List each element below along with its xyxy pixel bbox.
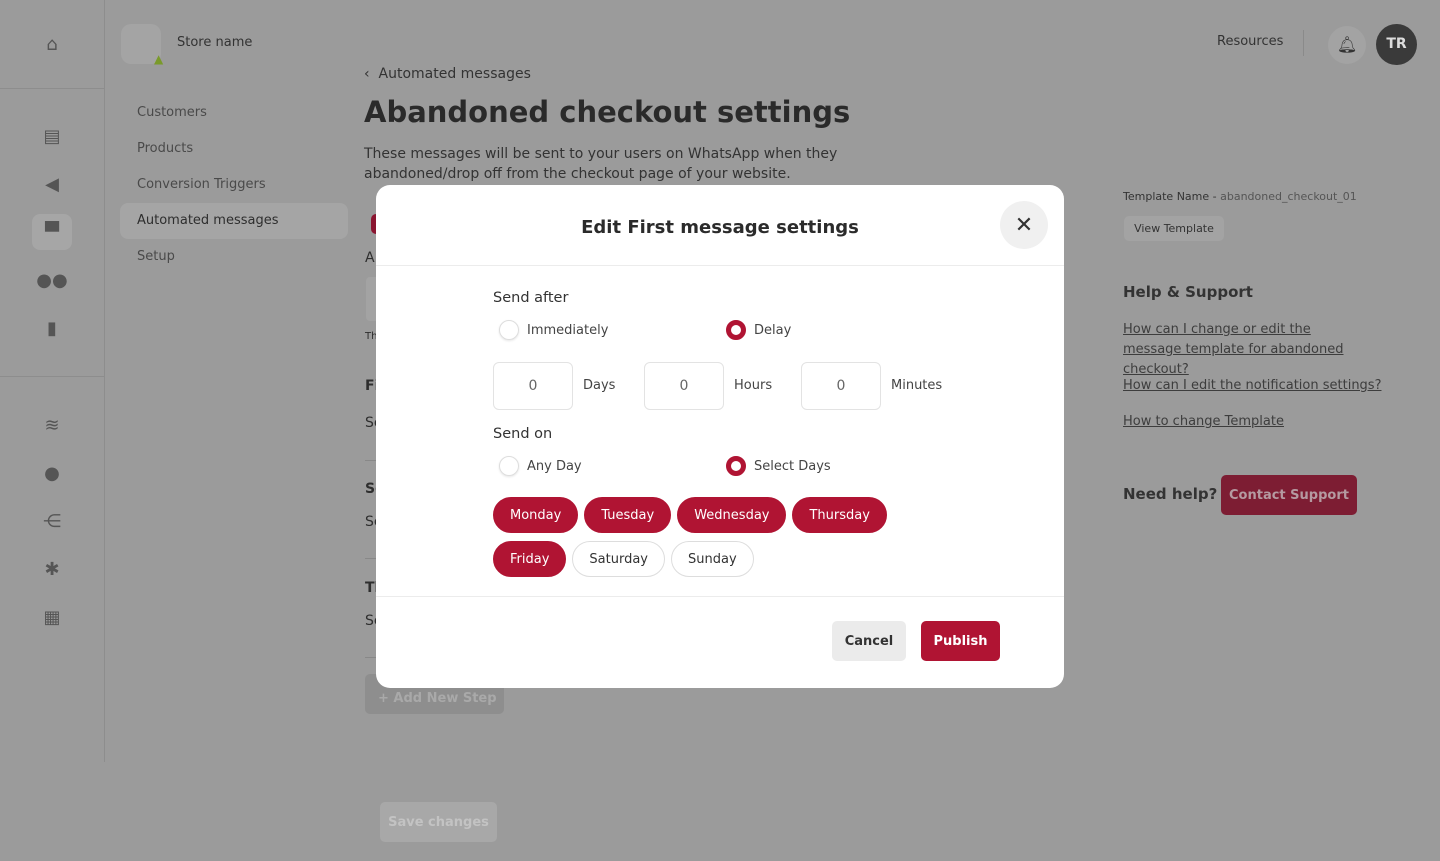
day-chip-saturday[interactable]: Saturday — [572, 541, 665, 577]
contact-support-button[interactable]: Contact Support — [1221, 475, 1357, 515]
day-chips: Monday Tuesday Wednesday Thursday Friday Satu… — [493, 497, 963, 577]
save-changes-button[interactable]: Save changes — [380, 802, 497, 842]
user-avatar[interactable]: TR — [1376, 24, 1417, 65]
template-label: Template Name - — [1123, 190, 1221, 203]
need-help-label: Need help? — [1123, 485, 1218, 503]
publish-button[interactable]: Publish — [921, 621, 1000, 661]
divider — [1303, 30, 1304, 56]
cancel-button[interactable]: Cancel — [832, 621, 906, 661]
nav-item-customers[interactable]: Customers — [120, 95, 348, 131]
breadcrumb-label: Automated messages — [378, 66, 531, 82]
days-label: Days — [583, 378, 616, 393]
day-chip-friday[interactable]: Friday — [493, 541, 567, 577]
bell-icon[interactable]: 🔔︎ — [1328, 26, 1366, 64]
template-name: Template Name - abandoned_checkout_01 — [1123, 190, 1357, 203]
radio-circle — [499, 320, 519, 340]
megaphone-icon[interactable]: ◀ — [40, 172, 64, 196]
radio-label: Immediately — [527, 322, 609, 338]
radio-circle — [726, 320, 746, 340]
divider — [0, 88, 105, 89]
minutes-input[interactable] — [801, 362, 881, 410]
store-icon[interactable]: ▀ — [32, 214, 72, 250]
layers-icon[interactable]: ≋ — [40, 413, 64, 437]
radio-label: Any Day — [527, 458, 582, 474]
day-chip-wednesday[interactable]: Wednesday — [677, 497, 787, 533]
store-avatar[interactable]: ▲ — [121, 24, 163, 66]
template-value: abandoned_checkout_01 — [1220, 190, 1357, 203]
help-link-edit-template[interactable]: How can I change or edit the message tem… — [1123, 320, 1363, 380]
day-chip-sunday[interactable]: Sunday — [671, 541, 754, 577]
resources-link[interactable]: Resources — [1217, 34, 1283, 49]
edit-message-modal: Edit First message settings ✕ Send after… — [376, 185, 1064, 688]
help-title: Help & Support — [1123, 283, 1253, 301]
help-link-change-template[interactable]: How to change Template — [1123, 412, 1284, 432]
bulb-icon[interactable]: ● — [40, 461, 64, 485]
divider — [376, 596, 1064, 597]
users-icon[interactable]: ●● — [36, 268, 67, 292]
icon-rail: ⌂ ▤ ◀ ▀ ●● ▮ ≋ ● ⋲ ✱ ▦ — [0, 0, 105, 762]
day-chip-tuesday[interactable]: Tuesday — [584, 497, 672, 533]
page-description: These messages will be sent to your user… — [364, 146, 838, 182]
chat-icon[interactable]: ▤ — [40, 124, 64, 148]
hours-input[interactable] — [644, 362, 724, 410]
send-after-label: Send after — [493, 290, 569, 306]
view-template-button[interactable]: View Template — [1124, 216, 1224, 241]
nav-item-conversion-triggers[interactable]: Conversion Triggers — [120, 167, 348, 203]
day-chip-monday[interactable]: Monday — [493, 497, 579, 533]
radio-label: Delay — [754, 322, 792, 338]
store-name: Store name — [177, 35, 253, 50]
radio-circle — [726, 456, 746, 476]
gear-icon[interactable]: ✱ — [40, 557, 64, 581]
radio-immediately[interactable]: Immediately — [499, 320, 608, 340]
days-input[interactable] — [493, 362, 573, 410]
bar-chart-icon[interactable]: ▮ — [40, 316, 64, 340]
nav-item-products[interactable]: Products — [120, 131, 348, 167]
radio-delay[interactable]: Delay — [726, 320, 791, 340]
chevron-left-icon: ‹ — [364, 66, 379, 82]
breadcrumb[interactable]: ‹ Automated messages — [364, 66, 531, 82]
radio-circle — [499, 456, 519, 476]
help-link-notification-settings[interactable]: How can I edit the notification settings… — [1123, 376, 1381, 396]
page-title: Abandoned checkout settings — [364, 95, 851, 129]
home-icon[interactable]: ⌂ — [40, 32, 64, 56]
hours-label: Hours — [734, 378, 773, 393]
divider — [0, 376, 105, 377]
radio-select-days[interactable]: Select Days — [726, 456, 831, 476]
flow-icon[interactable]: ⋲ — [40, 509, 64, 533]
minutes-label: Minutes — [891, 378, 943, 393]
close-icon[interactable]: ✕ — [1000, 201, 1048, 249]
nav-item-automated-messages[interactable]: Automated messages — [120, 203, 348, 239]
modal-title: Edit First message settings — [376, 185, 1064, 266]
radio-any-day[interactable]: Any Day — [499, 456, 582, 476]
radio-label: Select Days — [754, 458, 831, 474]
nav-item-setup[interactable]: Setup — [120, 239, 348, 275]
send-on-label: Send on — [493, 426, 553, 442]
puzzle-icon[interactable]: ▦ — [40, 605, 64, 629]
day-chip-thursday[interactable]: Thursday — [792, 497, 887, 533]
text-fragment: A — [365, 250, 375, 266]
sub-nav: Customers Products Conversion Triggers A… — [120, 95, 348, 275]
